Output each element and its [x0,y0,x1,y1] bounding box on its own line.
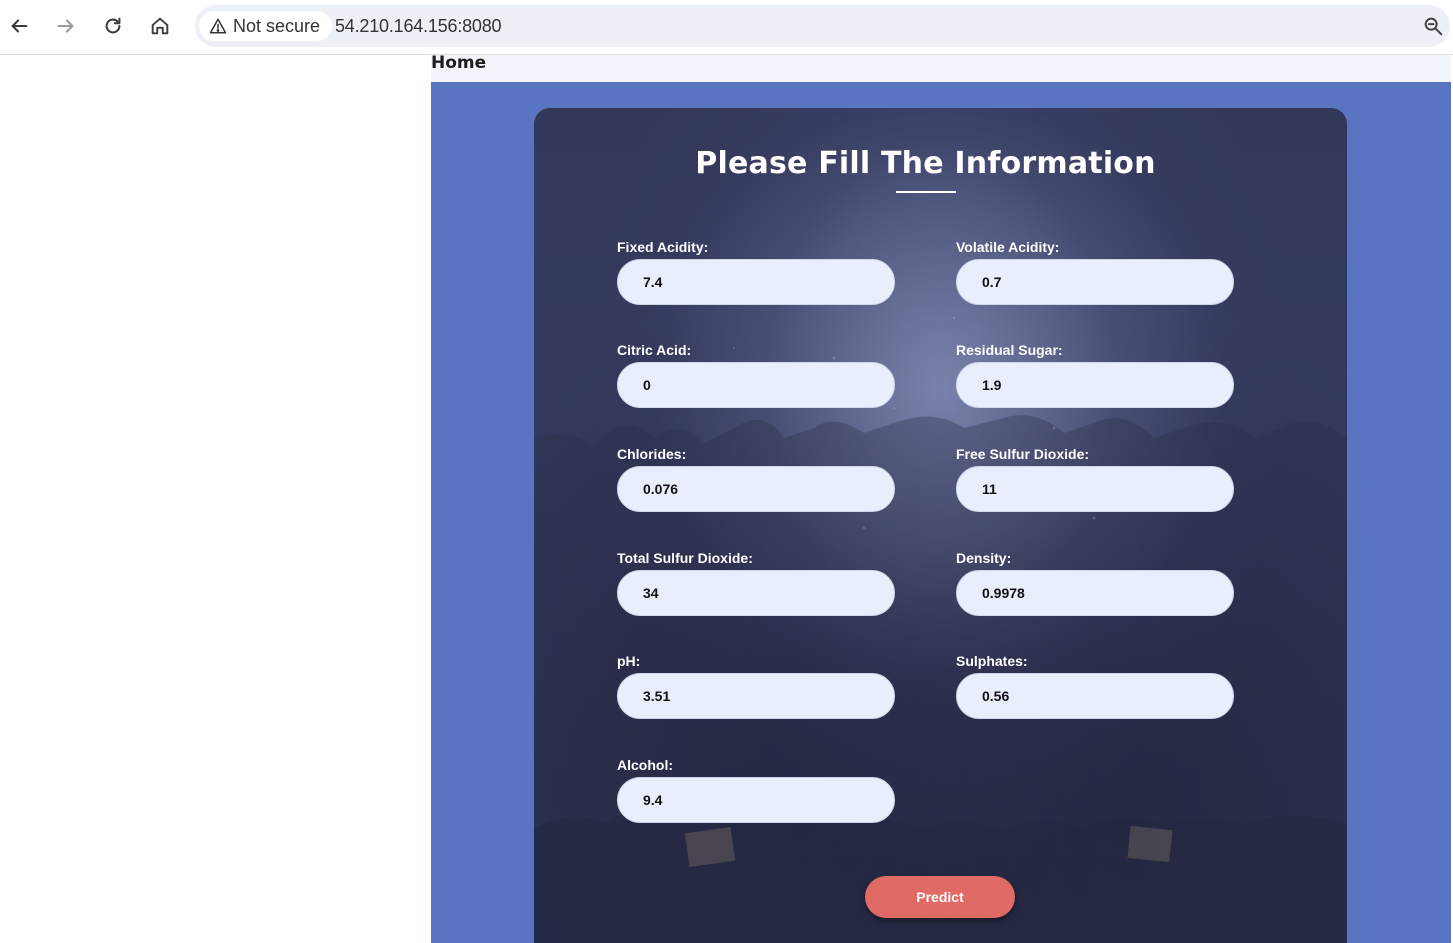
free-sulfur-dioxide-input[interactable] [956,466,1234,512]
forward-button[interactable] [52,12,80,40]
back-button[interactable] [5,12,33,40]
page-content: Home Please Fill The Information Fixed A… [431,55,1451,943]
field-alcohol: Alcohol: [617,757,895,823]
security-indicator[interactable]: Not secure [199,11,333,41]
forward-arrow-icon [57,19,74,33]
field-chlorides: Chlorides: [617,446,895,512]
form-title: Please Fill The Information [695,146,1156,181]
title-underline [896,191,956,193]
field-volatile-acidity: Volatile Acidity: [956,239,1234,305]
field-free-sulfur-dioxide: Free Sulfur Dioxide: [956,446,1234,512]
home-icon [151,17,169,35]
sulphates-label: Sulphates: [956,653,1028,669]
field-citric-acid: Citric Acid: [617,342,895,408]
total-sulfur-dioxide-label: Total Sulfur Dioxide: [617,550,753,566]
form-card: Please Fill The Information Fixed Acidit… [534,108,1347,943]
warning-triangle-icon [209,18,227,34]
total-sulfur-dioxide-input[interactable] [617,570,895,616]
url-text[interactable]: 54.210.164.156:8080 [335,16,502,37]
density-input[interactable] [956,570,1234,616]
volatile-acidity-label: Volatile Acidity: [956,239,1060,255]
security-label: Not secure [233,15,321,36]
volatile-acidity-input[interactable] [956,259,1234,305]
address-bar[interactable]: Not secure 54.210.164.156:8080 [195,5,1450,47]
field-sulphates: Sulphates: [956,653,1234,719]
reload-icon [105,17,121,34]
alcohol-label: Alcohol: [617,757,673,773]
blank-area [0,55,431,943]
browser-toolbar: Not secure 54.210.164.156:8080 [0,0,1453,55]
field-residual-sugar: Residual Sugar: [956,342,1234,408]
nav-strip: Home [431,55,1451,82]
fixed-acidity-label: Fixed Acidity: [617,239,709,255]
zoom-icon[interactable] [1422,15,1444,37]
free-sulfur-dioxide-label: Free Sulfur Dioxide: [956,446,1090,462]
alcohol-input[interactable] [617,777,895,823]
ph-input[interactable] [617,673,895,719]
home-link[interactable]: Home [431,55,486,73]
residual-sugar-label: Residual Sugar: [956,342,1063,358]
field-total-sulfur-dioxide: Total Sulfur Dioxide: [617,550,895,616]
citric-acid-input[interactable] [617,362,895,408]
field-fixed-acidity: Fixed Acidity: [617,239,895,305]
ph-label: pH: [617,653,641,669]
home-button[interactable] [146,12,174,40]
field-ph: pH: [617,653,895,719]
density-label: Density: [956,550,1012,566]
reload-button[interactable] [99,12,127,40]
chlorides-label: Chlorides: [617,446,687,462]
field-density: Density: [956,550,1234,616]
back-arrow-icon [11,19,28,33]
sulphates-input[interactable] [956,673,1234,719]
fixed-acidity-input[interactable] [617,259,895,305]
chlorides-input[interactable] [617,466,895,512]
residual-sugar-input[interactable] [956,362,1234,408]
predict-button[interactable]: Predict [865,876,1015,918]
citric-acid-label: Citric Acid: [617,342,692,358]
